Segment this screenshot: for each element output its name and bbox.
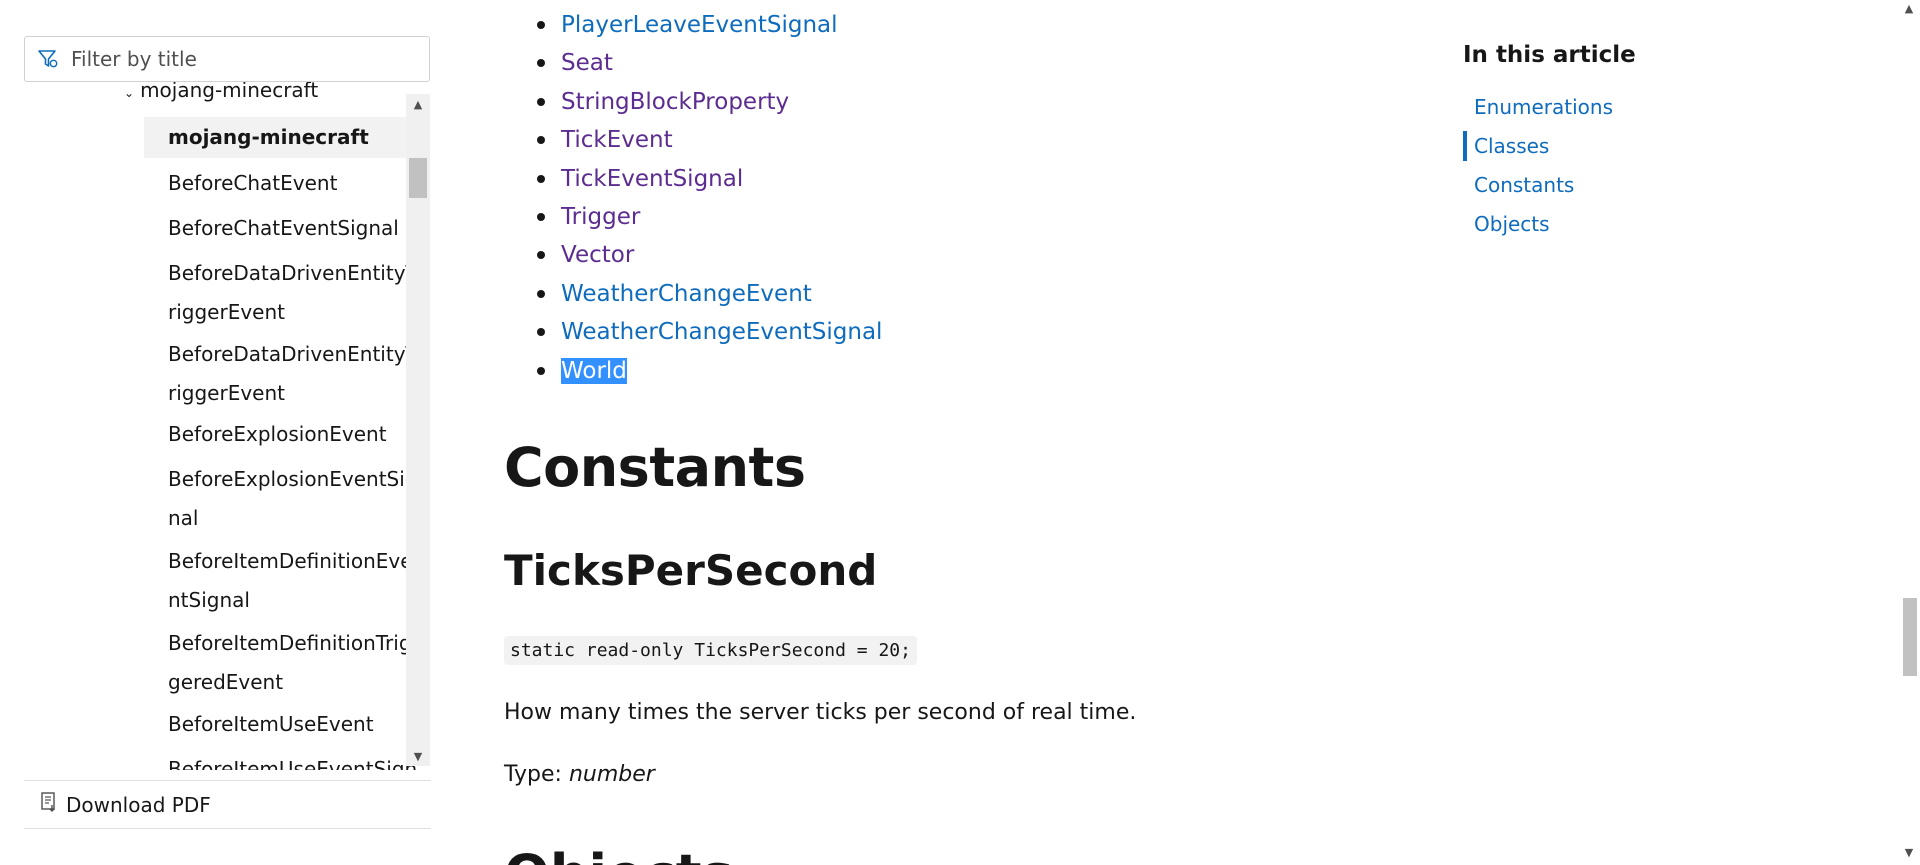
section-heading-objects-partial: Objects (504, 848, 734, 865)
tree-parent-item[interactable]: ⌄ mojang-minecraft (124, 82, 318, 102)
class-link[interactable]: WeatherChangeEvent (561, 281, 812, 307)
list-item: TickEvent (504, 121, 882, 159)
class-link[interactable]: StringBlockProperty (561, 89, 789, 115)
download-pdf-label: Download PDF (66, 792, 211, 817)
sidebar-scrollbar[interactable]: ▲ ▼ (406, 94, 430, 766)
tree-parent-label: mojang-minecraft (140, 82, 319, 102)
sidebar-divider (24, 828, 431, 829)
toc-title: In this article (1463, 42, 1636, 68)
tree-item[interactable]: BeforeItemUseEventSignal (144, 750, 422, 770)
list-item: WeatherChangeEventSignal (504, 313, 882, 351)
list-item: StringBlockProperty (504, 83, 882, 121)
class-link[interactable]: PlayerLeaveEventSignal (561, 12, 838, 38)
tree-item[interactable]: BeforeChatEvent (144, 164, 422, 203)
list-item: Seat (504, 44, 882, 82)
chevron-down-icon: ⌄ (124, 86, 135, 100)
type-label: Type: (504, 762, 562, 787)
page-scroll-thumb[interactable] (1903, 598, 1917, 676)
class-link[interactable]: WeatherChangeEventSignal (561, 319, 882, 345)
list-item: World (504, 352, 882, 390)
tree-item[interactable]: BeforeExplosionEventSignal (144, 460, 422, 538)
toc-link-enumerations[interactable]: Enumerations (1474, 95, 1613, 119)
pdf-icon (40, 792, 58, 817)
class-link[interactable]: Seat (561, 50, 613, 76)
tree-item[interactable]: BeforeExplosionEvent (144, 415, 422, 454)
class-link-world-selected[interactable]: World (561, 357, 627, 384)
toc-link-objects[interactable]: Objects (1474, 212, 1550, 236)
class-link[interactable]: TickEvent (561, 127, 673, 153)
section-heading-constants: Constants (504, 436, 806, 499)
tree-item[interactable]: BeforeItemDefinitionEventSignal (144, 542, 422, 620)
type-value: number (568, 762, 655, 787)
sidebar-scroll-thumb[interactable] (409, 158, 427, 198)
class-link[interactable]: Trigger (561, 204, 640, 230)
download-pdf-button[interactable]: Download PDF (40, 792, 211, 817)
tree-item[interactable]: BeforeItemDefinitionTriggeredEvent (144, 624, 422, 702)
tree-item[interactable]: BeforeDataDrivenEntityTriggerEvent (144, 254, 422, 332)
tree-item-mojang-minecraft[interactable]: mojang-minecraft (144, 117, 430, 158)
page-scroll-down-icon[interactable]: ▼ (1901, 846, 1917, 859)
list-item: TickEventSignal (504, 160, 882, 198)
scroll-down-arrow-icon[interactable]: ▼ (406, 746, 430, 766)
code-snippet: static read-only TicksPerSecond = 20; (504, 636, 917, 665)
classes-list: PlayerLeaveEventSignal Seat StringBlockP… (504, 6, 882, 390)
toc-link-constants[interactable]: Constants (1474, 173, 1574, 197)
subheading-tickspersecond: TicksPerSecond (504, 546, 878, 595)
list-item: WeatherChangeEvent (504, 275, 882, 313)
filter-input[interactable] (69, 46, 403, 72)
tree-item[interactable]: BeforeItemUseEvent (144, 705, 422, 744)
page-scrollbar[interactable]: ▲ ▼ (1897, 0, 1920, 865)
tree-item[interactable]: BeforeDataDrivenEntityTriggerEvent (144, 335, 422, 413)
scroll-up-arrow-icon[interactable]: ▲ (406, 94, 430, 114)
class-link[interactable]: Vector (561, 242, 634, 268)
toc-tree: ⌄ mojang-minecraft mojang-minecraft Befor… (24, 82, 431, 770)
filter-box[interactable] (24, 36, 430, 82)
list-item: PlayerLeaveEventSignal (504, 6, 882, 44)
class-link[interactable]: TickEventSignal (561, 166, 743, 192)
filter-icon (35, 46, 61, 72)
list-item: Vector (504, 236, 882, 274)
type-line: Type: number (504, 762, 655, 787)
page-scroll-up-icon[interactable]: ▲ (1901, 2, 1917, 15)
sidebar-divider (24, 780, 431, 781)
tree-item[interactable]: BeforeChatEventSignal (144, 209, 422, 248)
list-item: Trigger (504, 198, 882, 236)
toc-active-indicator (1463, 131, 1467, 161)
description-text: How many times the server ticks per seco… (504, 700, 1137, 725)
toc-link-classes[interactable]: Classes (1474, 134, 1549, 158)
